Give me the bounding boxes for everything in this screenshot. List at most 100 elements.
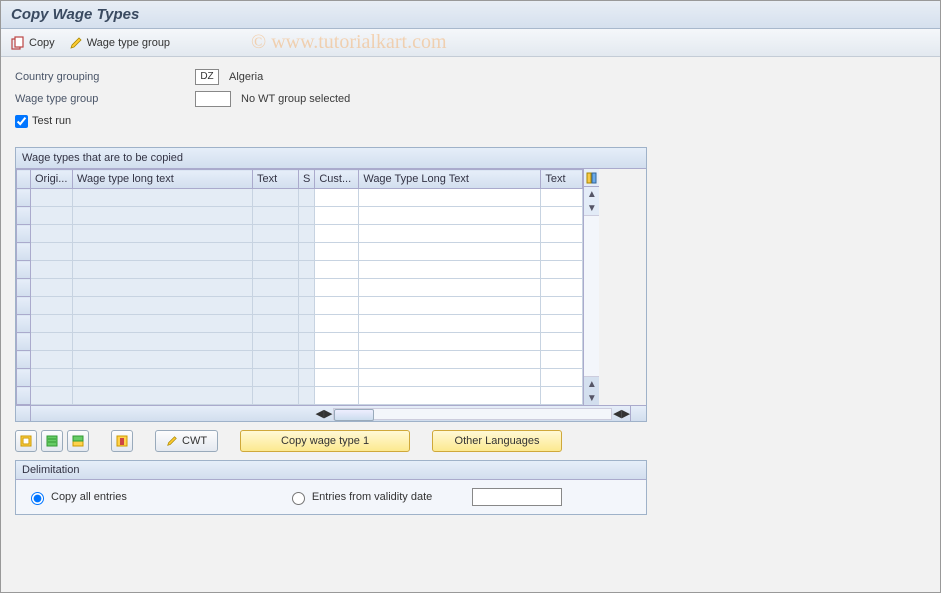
cell-origi[interactable]	[31, 387, 73, 405]
cell-wtlt[interactable]	[73, 351, 253, 369]
cwt-button[interactable]: CWT	[155, 430, 218, 452]
other-languages-button[interactable]: Other Languages	[432, 430, 562, 452]
scroll-down-arrow-icon[interactable]: ▼	[585, 201, 599, 215]
row-selector[interactable]	[17, 261, 31, 279]
cell-s[interactable]	[299, 225, 315, 243]
wage-type-group-input[interactable]	[195, 91, 231, 107]
cell-wtlt[interactable]	[73, 279, 253, 297]
row-selector[interactable]	[17, 369, 31, 387]
cell-cust[interactable]	[315, 279, 359, 297]
vertical-scrollbar[interactable]: ▲ ▼ ▲ ▼	[583, 169, 599, 405]
column-header-cust[interactable]: Cust...	[315, 170, 359, 189]
column-header-text2[interactable]: Text	[541, 170, 583, 189]
wage-type-group-button[interactable]: Wage type group	[69, 36, 170, 50]
cell-text2[interactable]	[541, 207, 583, 225]
cell-text1[interactable]	[253, 333, 299, 351]
cell-cust[interactable]	[315, 243, 359, 261]
cell-wtlt2[interactable]	[359, 261, 541, 279]
scroll-down-arrow2-icon[interactable]: ▼	[585, 391, 599, 405]
table-row[interactable]	[17, 207, 583, 225]
select-block-button[interactable]	[41, 430, 63, 452]
cell-wtlt[interactable]	[73, 297, 253, 315]
hscroll-thumb[interactable]	[334, 409, 374, 421]
test-run-checkbox[interactable]	[15, 115, 28, 128]
cell-text1[interactable]	[253, 297, 299, 315]
cell-wtlt2[interactable]	[359, 369, 541, 387]
cell-s[interactable]	[299, 261, 315, 279]
cell-cust[interactable]	[315, 189, 359, 207]
cell-origi[interactable]	[31, 225, 73, 243]
row-selector[interactable]	[17, 333, 31, 351]
cell-wtlt2[interactable]	[359, 315, 541, 333]
cell-cust[interactable]	[315, 225, 359, 243]
country-grouping-input[interactable]: DZ	[195, 69, 219, 85]
cell-wtlt2[interactable]	[359, 297, 541, 315]
cell-wtlt[interactable]	[73, 243, 253, 261]
cell-wtlt2[interactable]	[359, 207, 541, 225]
cell-wtlt[interactable]	[73, 261, 253, 279]
cell-origi[interactable]	[31, 207, 73, 225]
table-row[interactable]	[17, 261, 583, 279]
cell-origi[interactable]	[31, 351, 73, 369]
scroll-up-arrow-icon[interactable]: ▲	[585, 187, 599, 201]
cell-text2[interactable]	[541, 315, 583, 333]
deselect-all-button[interactable]	[67, 430, 89, 452]
cell-origi[interactable]	[31, 189, 73, 207]
entries-from-radio-input[interactable]	[292, 492, 305, 505]
cell-wtlt[interactable]	[73, 207, 253, 225]
column-header-wtlt[interactable]: Wage type long text	[73, 170, 253, 189]
cell-s[interactable]	[299, 387, 315, 405]
copy-all-entries-radio[interactable]: Copy all entries	[26, 489, 127, 505]
cell-text2[interactable]	[541, 225, 583, 243]
cell-origi[interactable]	[31, 279, 73, 297]
cell-text2[interactable]	[541, 369, 583, 387]
table-row[interactable]	[17, 351, 583, 369]
row-selector[interactable]	[17, 279, 31, 297]
cell-wtlt2[interactable]	[359, 279, 541, 297]
cell-wtlt2[interactable]	[359, 333, 541, 351]
copy-all-radio-input[interactable]	[31, 492, 44, 505]
validity-date-input[interactable]	[472, 488, 562, 506]
cell-cust[interactable]	[315, 297, 359, 315]
cell-text1[interactable]	[253, 243, 299, 261]
cell-text1[interactable]	[253, 207, 299, 225]
cell-origi[interactable]	[31, 333, 73, 351]
cell-wtlt[interactable]	[73, 189, 253, 207]
cell-wtlt[interactable]	[73, 315, 253, 333]
cell-text1[interactable]	[253, 261, 299, 279]
row-selector[interactable]	[17, 243, 31, 261]
cell-origi[interactable]	[31, 369, 73, 387]
cell-wtlt2[interactable]	[359, 351, 541, 369]
cell-origi[interactable]	[31, 297, 73, 315]
table-row[interactable]	[17, 297, 583, 315]
table-row[interactable]	[17, 369, 583, 387]
wage-types-table[interactable]: Origi...Wage type long textTextSCust...W…	[16, 169, 583, 405]
table-row[interactable]	[17, 333, 583, 351]
hscroll-left2-icon[interactable]: ◀	[613, 407, 621, 420]
row-selector[interactable]	[17, 315, 31, 333]
cell-cust[interactable]	[315, 351, 359, 369]
delete-button[interactable]	[111, 430, 133, 452]
cell-text2[interactable]	[541, 189, 583, 207]
table-row[interactable]	[17, 225, 583, 243]
row-selector[interactable]	[17, 225, 31, 243]
cell-s[interactable]	[299, 279, 315, 297]
table-row[interactable]	[17, 243, 583, 261]
cell-text2[interactable]	[541, 333, 583, 351]
row-selector[interactable]	[17, 207, 31, 225]
cell-text1[interactable]	[253, 225, 299, 243]
row-selector[interactable]	[17, 387, 31, 405]
cell-wtlt[interactable]	[73, 333, 253, 351]
cell-text2[interactable]	[541, 387, 583, 405]
row-selector[interactable]	[17, 297, 31, 315]
cell-text1[interactable]	[253, 279, 299, 297]
table-row[interactable]	[17, 189, 583, 207]
cell-cust[interactable]	[315, 369, 359, 387]
cell-wtlt2[interactable]	[359, 225, 541, 243]
cell-text1[interactable]	[253, 189, 299, 207]
copy-button[interactable]: Copy	[11, 36, 55, 50]
cell-text2[interactable]	[541, 351, 583, 369]
entries-from-date-radio[interactable]: Entries from validity date	[287, 489, 432, 505]
cell-wtlt2[interactable]	[359, 387, 541, 405]
cell-origi[interactable]	[31, 261, 73, 279]
